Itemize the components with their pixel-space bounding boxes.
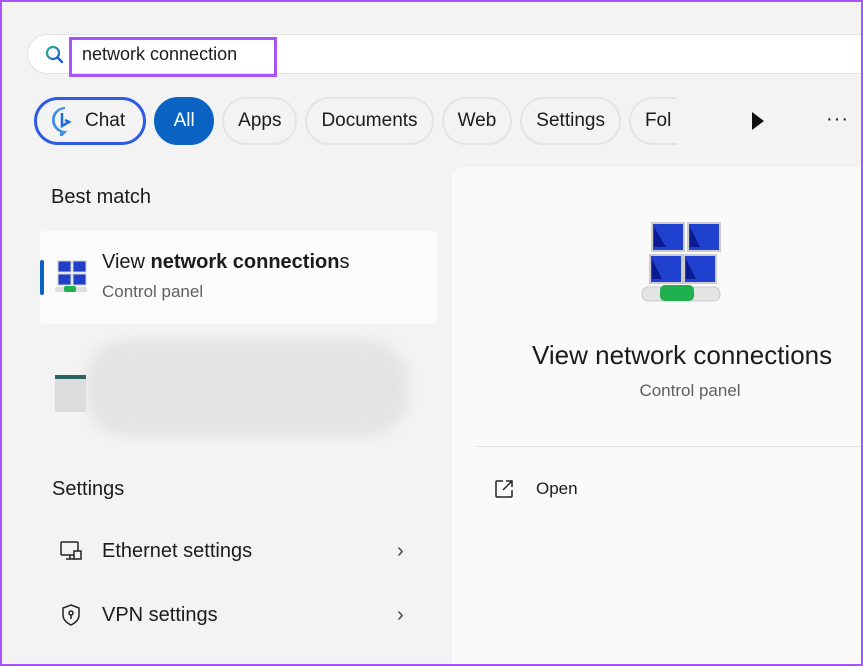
title-suffix: s <box>339 251 350 273</box>
ethernet-settings-label: Ethernet settings <box>102 539 253 562</box>
bing-chat-icon <box>52 107 72 136</box>
settings-heading: Settings <box>52 478 125 500</box>
chevron-right-icon: › <box>397 603 404 626</box>
divider <box>476 446 863 447</box>
vpn-settings-label: VPN settings <box>102 603 218 626</box>
tab-folders[interactable]: Fol <box>628 97 677 145</box>
search-icon <box>45 45 64 64</box>
tab-documents[interactable]: Documents <box>305 97 434 145</box>
best-match-heading: Best match <box>51 186 152 208</box>
tab-web[interactable]: Web <box>441 97 513 145</box>
tab-apps[interactable]: Apps <box>222 97 298 145</box>
search-input[interactable]: network connection <box>82 44 237 65</box>
best-match-result[interactable]: View network connections Control panel <box>40 231 437 324</box>
title-match: network connection <box>150 251 340 273</box>
tab-settings[interactable]: Settings <box>520 97 621 145</box>
best-match-subtitle: Control panel <box>102 282 204 301</box>
more-options-icon[interactable]: ··· <box>826 108 849 131</box>
chevron-right-icon: › <box>397 539 404 562</box>
shield-icon <box>40 603 102 627</box>
tab-chat[interactable]: Chat <box>34 97 147 145</box>
filter-tabs: Chat All Apps Documents Web Settings Fol <box>34 97 677 145</box>
detail-panel: View network connections Control panel O… <box>452 167 863 666</box>
best-match-title: View network connections <box>102 251 349 274</box>
detail-subtitle: Control panel <box>639 381 741 400</box>
open-label: Open <box>536 479 578 498</box>
blurred-result[interactable] <box>86 340 408 436</box>
scroll-tabs-right-icon[interactable] <box>752 112 764 130</box>
detail-title: View network connections <box>532 340 833 370</box>
tab-chat-label: Chat <box>85 110 126 131</box>
open-external-icon <box>495 480 513 498</box>
tab-all[interactable]: All <box>154 97 215 145</box>
ethernet-settings-item[interactable]: Ethernet settings › <box>40 523 437 579</box>
search-box[interactable]: network connection <box>27 34 863 77</box>
title-prefix: View <box>102 251 151 273</box>
blurred-result-thumbnail <box>55 375 86 412</box>
network-connections-large-icon <box>641 222 721 302</box>
open-action[interactable]: Open <box>494 479 578 499</box>
network-connections-icon <box>55 260 87 292</box>
ethernet-icon <box>40 539 102 563</box>
vpn-settings-item[interactable]: VPN settings › <box>40 587 437 643</box>
selection-indicator <box>40 260 44 295</box>
